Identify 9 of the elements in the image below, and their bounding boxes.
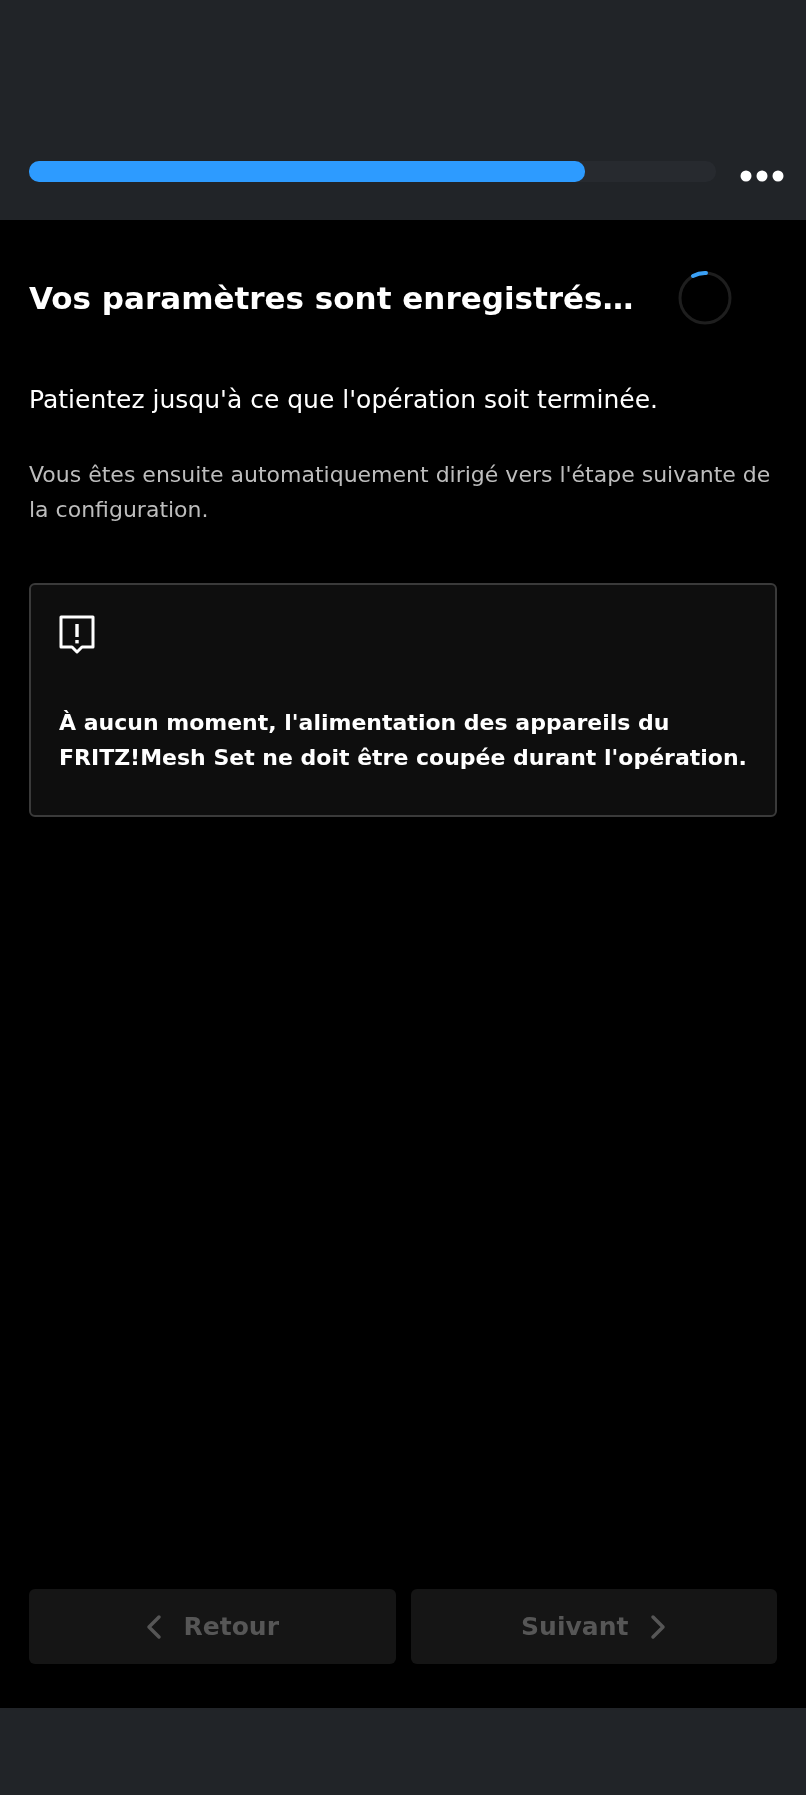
alert-icon: [59, 614, 95, 655]
instruction-text: Patientez jusqu'à ce que l'opération soit terminée.: [29, 384, 659, 416]
page-title: Vos paramètres sont enregistrés…: [29, 278, 634, 318]
chevron-left-icon: [145, 1613, 162, 1640]
notice-text: À aucun moment, l'alimentation des appareils du FRITZ!Mesh Set ne doit être coupée durant l'opération.: [59, 708, 747, 773]
hint-text: Vous êtes ensuite automatiquement dirigé vers l'étape suivante de la configuration.: [29, 460, 772, 524]
more-icon[interactable]: [740, 170, 784, 182]
spinner-icon: [677, 270, 733, 326]
chevron-right-icon: [650, 1613, 667, 1640]
